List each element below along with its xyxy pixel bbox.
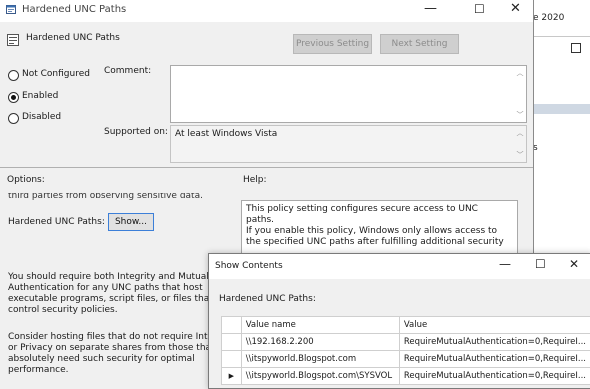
value-name-cell[interactable]: \\192.168.2.200 bbox=[241, 334, 399, 351]
background-divider bbox=[533, 36, 590, 37]
help-paragraph-2: If you enable this policy, Windows only … bbox=[246, 226, 508, 248]
radio-not-configured-label: Not Configured bbox=[22, 69, 90, 79]
show-close-button[interactable]: ✕ bbox=[569, 257, 579, 271]
title-bar: Hardened UNC Paths — ☐ ✕ bbox=[0, 0, 533, 22]
show-contents-title: Show Contents bbox=[215, 261, 283, 271]
minimize-button[interactable]: — bbox=[424, 1, 437, 16]
options-label: Options: bbox=[7, 175, 45, 185]
scroll-down-icon[interactable]: ﹀ bbox=[515, 110, 525, 120]
policy-app-icon bbox=[6, 4, 17, 15]
scroll-down-icon[interactable]: ﹀ bbox=[515, 150, 525, 160]
policy-setting-icon bbox=[7, 34, 19, 46]
radio-enabled[interactable] bbox=[8, 92, 19, 103]
column-header-value-name[interactable]: Value name bbox=[241, 317, 399, 334]
policy-name: Hardened UNC Paths bbox=[26, 33, 120, 43]
help-paragraph-1: This policy setting configures secure ac… bbox=[246, 204, 508, 226]
value-name-cell[interactable]: \\itspyworld.Blogspot.com bbox=[241, 351, 399, 368]
values-table[interactable]: Value name Value \\192.168.2.200 Require… bbox=[221, 316, 590, 385]
background-selected-row bbox=[533, 104, 590, 114]
value-cell[interactable]: RequireMutualAuthentication=0,RequireI..… bbox=[399, 368, 590, 385]
table-row[interactable]: ▶ \\itspyworld.Blogspot.com\SYSVOL Requi… bbox=[222, 368, 590, 385]
radio-not-configured[interactable] bbox=[8, 70, 19, 81]
show-contents-caption: Hardened UNC Paths: bbox=[219, 294, 316, 304]
row-header-cell bbox=[222, 317, 242, 334]
supported-on-field: At least Windows Vista ︿ ﹀ bbox=[170, 125, 527, 163]
options-panel: third parties from observing sensitive d… bbox=[4, 193, 237, 387]
show-maximize-button[interactable]: ☐ bbox=[535, 257, 546, 271]
row-marker bbox=[222, 334, 242, 351]
section-divider bbox=[0, 167, 533, 168]
show-minimize-button[interactable]: — bbox=[499, 257, 511, 271]
help-label: Help: bbox=[243, 175, 267, 185]
window-title: Hardened UNC Paths bbox=[22, 4, 126, 15]
show-contents-dialog: Show Contents — ☐ ✕ Hardened UNC Paths: … bbox=[208, 253, 590, 389]
close-button[interactable]: ✕ bbox=[510, 1, 521, 16]
show-contents-title-bar: Show Contents — ☐ ✕ bbox=[209, 254, 590, 279]
table-row[interactable]: \\192.168.2.200 RequireMutualAuthenticat… bbox=[222, 334, 590, 351]
supported-on-label: Supported on: bbox=[104, 127, 168, 137]
previous-setting-button[interactable]: Previous Setting bbox=[293, 34, 372, 54]
options-paragraph-2: Consider hosting files that do not requi… bbox=[8, 332, 236, 376]
radio-enabled-label: Enabled bbox=[22, 91, 58, 101]
current-row-marker: ▶ bbox=[222, 368, 242, 385]
comment-field[interactable]: ︿ ﹀ bbox=[170, 65, 527, 123]
value-cell[interactable]: RequireMutualAuthentication=0,RequireI..… bbox=[399, 351, 590, 368]
next-setting-button[interactable]: Next Setting bbox=[380, 34, 459, 54]
hardened-paths-label: Hardened UNC Paths: bbox=[8, 217, 105, 227]
options-paragraph-1: You should require both Integrity and Mu… bbox=[8, 272, 236, 316]
scroll-up-icon[interactable]: ︿ bbox=[515, 128, 525, 138]
radio-disabled[interactable] bbox=[8, 113, 19, 124]
background-maximize-icon[interactable] bbox=[571, 43, 581, 53]
row-marker bbox=[222, 351, 242, 368]
value-name-cell[interactable]: \\itspyworld.Blogspot.com\SYSVOL bbox=[241, 368, 399, 385]
show-button[interactable]: Show... bbox=[108, 213, 154, 231]
supported-on-value: At least Windows Vista bbox=[175, 129, 277, 139]
comment-label: Comment: bbox=[104, 66, 151, 76]
options-clipped-text: third parties from observing sensitive d… bbox=[8, 193, 203, 201]
table-header-row: Value name Value bbox=[222, 317, 590, 334]
radio-disabled-label: Disabled bbox=[22, 112, 61, 122]
maximize-button[interactable]: ☐ bbox=[474, 2, 485, 16]
value-cell[interactable]: RequireMutualAuthentication=0,RequireI..… bbox=[399, 334, 590, 351]
table-row[interactable]: \\itspyworld.Blogspot.com RequireMutualA… bbox=[222, 351, 590, 368]
column-header-value[interactable]: Value bbox=[399, 317, 590, 334]
background-date-fragment: e 2020 bbox=[533, 13, 564, 23]
scroll-up-icon[interactable]: ︿ bbox=[515, 68, 525, 78]
